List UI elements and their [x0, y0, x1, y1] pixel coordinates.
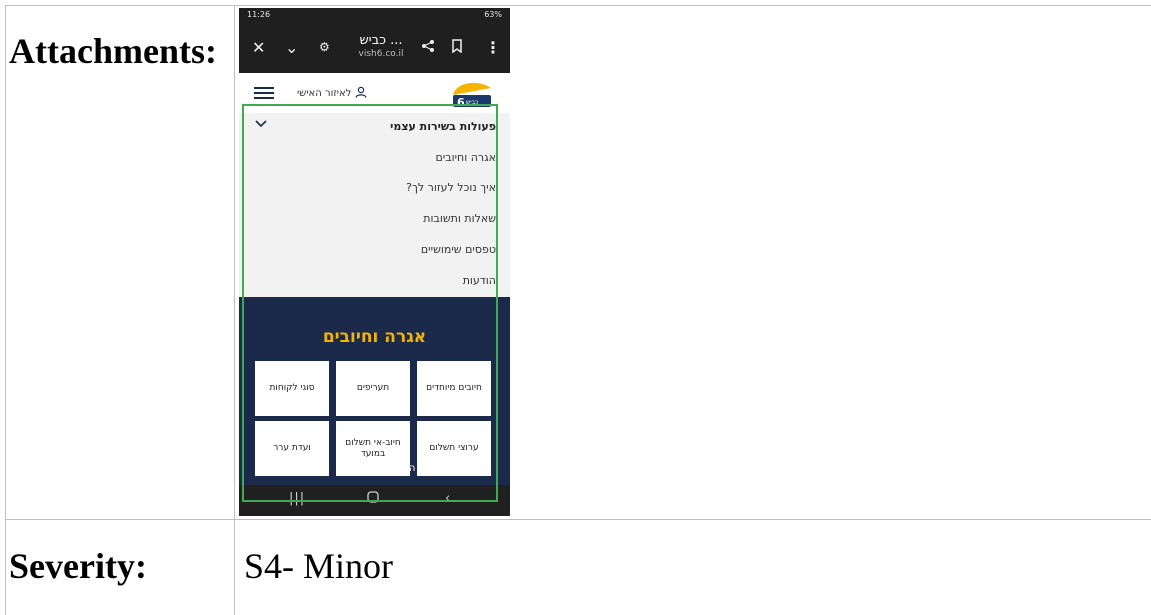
site-settings-icon[interactable]: ⚙	[319, 40, 330, 54]
severity-value: S4- Minor	[244, 546, 394, 586]
browser-toolbar: ✕ ⌄ ⚙ כביש ... vish6.co.il ⋮	[239, 23, 510, 73]
site-info[interactable]: כביש ... vish6.co.il	[343, 33, 419, 59]
chevron-down-icon[interactable]: ⌄	[285, 38, 298, 57]
table-column-divider	[234, 5, 235, 615]
status-time: 11:26	[247, 10, 271, 19]
table-border-top	[5, 5, 1151, 6]
close-icon[interactable]: ✕	[252, 38, 265, 57]
table-border-left	[5, 5, 6, 615]
account-label: לאיזור האישי	[297, 88, 352, 99]
battery-level: 63%	[484, 10, 502, 19]
severity-label: Severity:	[9, 546, 147, 586]
attachments-label: Attachments:	[9, 31, 217, 71]
highlight-box	[242, 104, 498, 502]
hamburger-menu-icon[interactable]	[254, 87, 274, 99]
more-icon[interactable]: ⋮	[485, 38, 501, 57]
share-icon[interactable]	[421, 38, 435, 57]
account-link[interactable]: לאיזור האישי	[297, 86, 367, 99]
status-bar: 11:26 63%	[239, 8, 510, 23]
user-icon	[354, 86, 367, 98]
site-name: כביש ...	[359, 33, 403, 48]
bookmark-icon[interactable]	[451, 38, 463, 57]
site-url: vish6.co.il	[358, 49, 404, 59]
table-border-middle	[5, 519, 1151, 520]
